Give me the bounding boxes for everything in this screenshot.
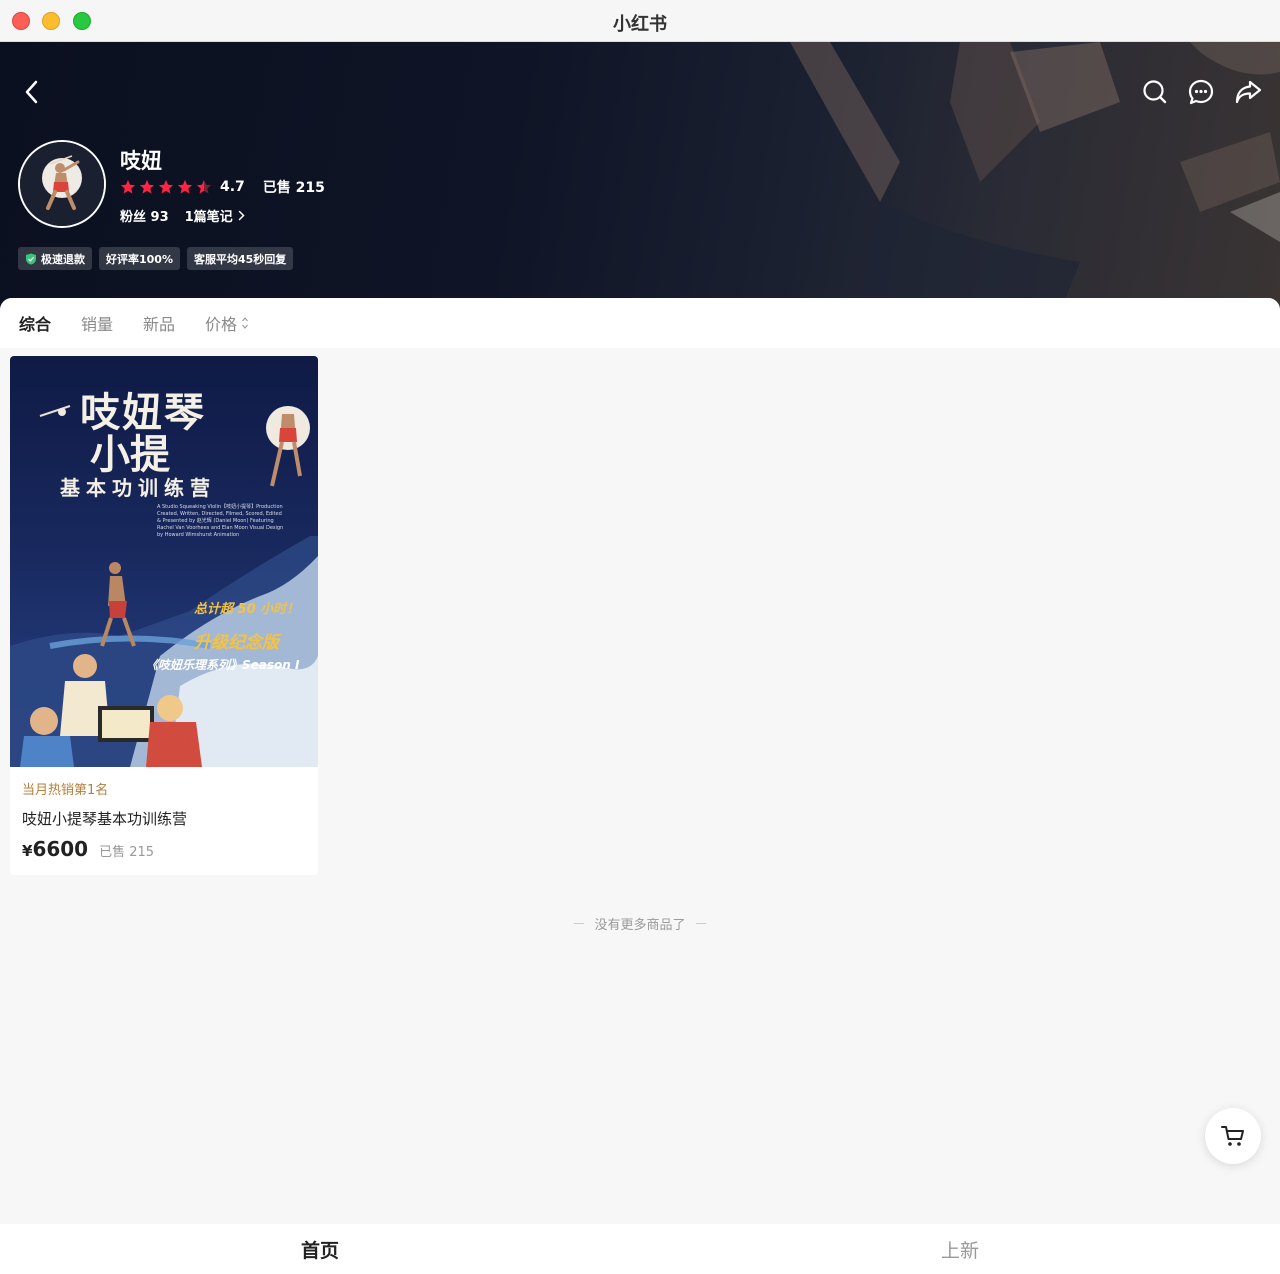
search-button[interactable] xyxy=(1139,76,1171,108)
star-icon xyxy=(178,180,192,194)
cart-button[interactable] xyxy=(1205,1108,1261,1164)
violinist-avatar-image xyxy=(20,142,104,226)
star-icon xyxy=(121,180,135,194)
window-titlebar: 小红书 xyxy=(0,0,1280,42)
poster-highlight-edition: 升级纪念版 xyxy=(194,633,279,653)
badge-label: 好评率100% xyxy=(106,252,173,266)
product-info: 当月热销第1名 吱妞小提琴基本功训练营 ¥ 6600 已售 215 xyxy=(10,767,318,861)
badge-label: 极速退款 xyxy=(41,252,85,266)
notes-link[interactable]: 1篇笔记 xyxy=(185,206,233,225)
sort-arrows-icon xyxy=(242,317,248,329)
bottom-nav: 首页 上新 xyxy=(0,1224,1280,1274)
sort-bar: 综合 销量 新品 价格 xyxy=(0,298,1280,348)
window-title: 小红书 xyxy=(613,14,667,35)
poster-highlight-series: 《吱妞乐理系列》Season I xyxy=(146,658,300,672)
sort-tab-price[interactable]: 价格 xyxy=(205,311,249,335)
back-button[interactable] xyxy=(16,76,48,108)
sort-tab-new[interactable]: 新品 xyxy=(143,311,175,335)
rating-value: 4.7 xyxy=(220,179,245,195)
rating-row: 4.7 已售 215 xyxy=(120,178,325,196)
product-card[interactable]: 吱妞琴 小提 基本功训练营 A Studio Squeaking Violin【… xyxy=(10,356,318,875)
header-background-art xyxy=(790,42,1280,312)
share-button[interactable] xyxy=(1232,76,1264,108)
sort-tab-sales[interactable]: 销量 xyxy=(81,311,113,335)
end-of-list-message: 没有更多商品了 xyxy=(0,914,1280,933)
product-title: 吱妞小提琴基本功训练营 xyxy=(22,810,188,828)
product-poster-image: 吱妞琴 小提 基本功训练营 A Studio Squeaking Violin【… xyxy=(10,356,318,767)
chat-bubble-icon xyxy=(1188,79,1214,105)
badge-fast-refund: 极速退款 xyxy=(18,247,92,270)
badge-good-rate: 好评率100% xyxy=(99,247,180,270)
shop-header: 吱妞 4.7 已售 215 粉丝 93 1篇笔记 极速退款 好评率100% 客服… xyxy=(0,42,1280,312)
badge-label: 客服平均45秒回复 xyxy=(193,252,287,266)
share-arrow-icon xyxy=(1235,80,1262,104)
currency-symbol: ¥ xyxy=(22,842,33,860)
nav-home[interactable]: 首页 xyxy=(0,1224,640,1274)
message-button[interactable] xyxy=(1185,76,1217,108)
shopping-cart-icon xyxy=(1221,1126,1244,1146)
shop-sold-count: 已售 215 xyxy=(262,180,325,196)
poster-credits: A Studio Squeaking Violin【吱妞小提琴】Producti… xyxy=(157,504,284,538)
star-icon xyxy=(197,180,211,194)
hot-rank-label: 当月热销第1名 xyxy=(22,783,109,798)
no-more-text: 没有更多商品了 xyxy=(594,918,686,933)
shop-name: 吱妞 xyxy=(120,149,162,173)
poster-subtitle: 基本功训练营 xyxy=(60,476,216,500)
fans-count: 粉丝 93 xyxy=(120,210,169,225)
sort-tab-comprehensive[interactable]: 综合 xyxy=(19,311,51,335)
chevron-right-icon xyxy=(238,210,245,221)
product-list-section: 综合 销量 新品 价格 吱妞琴 小提 基本功训练营 A Studio Squea… xyxy=(0,298,1280,1224)
price-row: ¥ 6600 已售 215 xyxy=(22,837,306,861)
divider-right xyxy=(695,923,706,924)
nav-new-arrivals[interactable]: 上新 xyxy=(640,1224,1280,1274)
fans-row: 粉丝 93 1篇笔记 xyxy=(120,206,245,225)
chevron-left-icon xyxy=(25,80,38,104)
service-badges: 极速退款 好评率100% 客服平均45秒回复 xyxy=(18,247,294,270)
badge-response-time: 客服平均45秒回复 xyxy=(186,247,294,270)
shield-check-icon xyxy=(26,253,36,264)
search-icon xyxy=(1143,80,1167,104)
divider-left xyxy=(574,923,585,924)
star-icon xyxy=(159,180,173,194)
product-sold-count: 已售 215 xyxy=(99,845,155,860)
star-icon xyxy=(140,180,154,194)
poster-highlight-hours: 总计超 50 小时！ xyxy=(194,602,300,617)
product-price: 6600 xyxy=(32,837,89,861)
shop-avatar[interactable] xyxy=(18,140,106,228)
rating-stars xyxy=(120,179,212,195)
